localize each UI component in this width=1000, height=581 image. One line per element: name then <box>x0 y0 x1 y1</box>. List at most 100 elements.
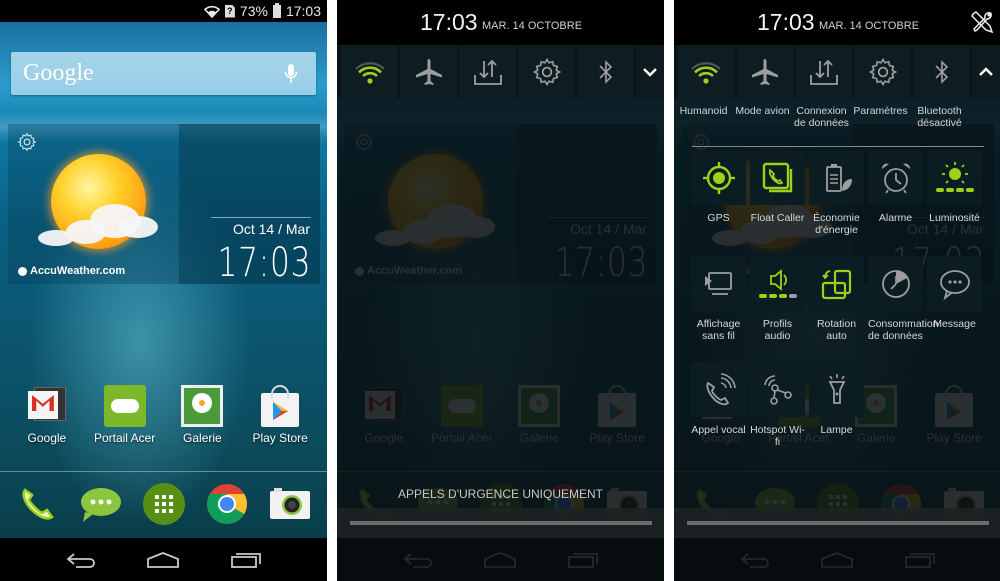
tile-voice-call[interactable]: Appel vocal <box>691 362 746 468</box>
expand-button[interactable] <box>636 45 664 99</box>
grid-row: Affichage sans fil Profils audio Rotatio… <box>691 256 991 362</box>
widget-clock[interactable]: 17:03 <box>217 240 311 286</box>
home-button[interactable] <box>143 546 183 574</box>
toggle-settings[interactable] <box>518 45 575 99</box>
divider <box>211 217 311 218</box>
acer-portal-icon <box>103 385 146 427</box>
tile-brightness[interactable]: Luminosité <box>927 150 982 256</box>
home-app-row: Google Portail Acer Galerie <box>0 385 327 445</box>
hotspot-icon <box>763 374 792 405</box>
tile-label: Luminosité <box>929 212 980 224</box>
back-icon <box>66 552 96 568</box>
battery-percent: 73% <box>239 3 268 19</box>
camera-icon[interactable] <box>268 482 312 526</box>
data-transfer-icon <box>810 59 838 85</box>
toggle-label: Connexion de données <box>794 105 849 129</box>
chrome-icon[interactable] <box>205 482 249 526</box>
tools-icon[interactable] <box>970 10 994 34</box>
tile-label: GPS <box>707 212 730 224</box>
app-play-store[interactable]: Play Store <box>242 385 318 445</box>
status-time: 17:03 <box>285 3 321 19</box>
microphone-icon[interactable] <box>284 63 298 85</box>
app-galerie[interactable]: Galerie <box>164 385 240 445</box>
tile-hotspot[interactable]: Hotspot Wi-fi <box>750 362 805 468</box>
power-saving-icon <box>825 163 852 192</box>
google-search-bar[interactable]: Google <box>11 52 316 95</box>
shade-time: 17:03 <box>757 9 815 35</box>
grid-row: Appel vocal Hotspot Wi-fi Lampe <box>691 362 991 468</box>
app-google[interactable]: Google <box>9 385 85 445</box>
grid-row: GPS Float Caller Économie d'énergie Alar… <box>691 150 991 256</box>
tile-label: Float Caller <box>750 212 805 224</box>
data-transfer-icon <box>473 59 502 85</box>
toggle-airplane[interactable] <box>400 45 457 99</box>
gear-icon[interactable] <box>17 132 37 152</box>
tile-float-caller[interactable]: Float Caller <box>750 150 805 256</box>
shade-drag-handle[interactable] <box>674 508 1000 538</box>
tile-auto-rotate[interactable]: Rotation auto <box>809 256 864 362</box>
tile-message[interactable]: Message <box>927 256 982 362</box>
weather-provider[interactable]: AccuWeather.com <box>18 265 125 277</box>
quick-settings-labels: Humanoid Mode avion Connexion de données… <box>674 105 1000 129</box>
toggle-label: Humanoid <box>679 105 728 117</box>
toggle-wifi[interactable] <box>341 45 398 99</box>
toggle-data[interactable] <box>459 45 516 99</box>
tile-label: Appel vocal <box>691 424 746 436</box>
tile-wireless-display[interactable]: Affichage sans fil <box>691 256 746 362</box>
airplane-icon <box>752 59 779 85</box>
google-folder-icon <box>26 385 68 427</box>
emergency-calls-only: APPELS D'URGENCE UNIQUEMENT <box>398 487 603 501</box>
tile-label: Économie d'énergie <box>813 212 860 236</box>
shade-date: MAR. 14 OCTOBRE <box>482 20 583 32</box>
gallery-icon <box>181 385 224 427</box>
data-usage-icon <box>881 269 910 298</box>
phone-icon[interactable] <box>16 482 60 526</box>
app-drawer-icon[interactable] <box>142 482 186 526</box>
status-bar: ? 73% 17:03 <box>0 0 327 22</box>
toggle-airplane[interactable] <box>736 45 794 99</box>
bluetooth-icon <box>598 60 612 84</box>
shade-date: MAR. 14 OCTOBRE <box>819 20 920 32</box>
shade-header: 17:03 MAR. 14 OCTOBRE <box>337 0 664 45</box>
app-label: Google <box>27 431 67 445</box>
tile-data-usage[interactable]: Consommation de données <box>868 256 939 362</box>
app-label: Portail Acer <box>93 431 156 445</box>
tile-audio-profile[interactable]: Profils audio <box>750 256 805 362</box>
tile-label: Consommation de données <box>868 318 939 342</box>
shade-drag-handle[interactable] <box>337 508 664 538</box>
gear-icon <box>532 57 561 87</box>
messaging-icon[interactable] <box>79 482 123 526</box>
toggle-bluetooth[interactable] <box>577 45 634 99</box>
weather-widget[interactable]: AccuWeather.com Oct 14 / Mar 17:03 <box>8 124 320 286</box>
gps-icon <box>702 161 735 194</box>
tile-alarm[interactable]: Alarme <box>868 150 923 256</box>
collapse-button[interactable] <box>972 45 1000 99</box>
airplane-icon <box>415 59 442 85</box>
quick-settings-grid: GPS Float Caller Économie d'énergie Alar… <box>691 150 991 468</box>
back-button[interactable] <box>61 546 101 574</box>
tile-gps[interactable]: GPS <box>691 150 746 256</box>
dock <box>0 482 327 526</box>
tile-label: Alarme <box>878 212 913 224</box>
drag-grip[interactable] <box>687 521 989 525</box>
tile-flashlight[interactable]: Lampe <box>809 362 864 468</box>
toggle-bluetooth[interactable] <box>913 45 971 99</box>
toggle-data[interactable] <box>795 45 853 99</box>
toggle-wifi[interactable] <box>678 45 735 99</box>
recents-button[interactable] <box>226 546 266 574</box>
toggle-settings[interactable] <box>854 45 912 99</box>
voice-call-icon <box>706 372 736 405</box>
tile-power-saving[interactable]: Économie d'énergie <box>809 150 864 256</box>
message-icon <box>939 269 970 300</box>
panel-notification-shade-expanded: ? 73% 17:03 Google AccuWeather.com Oct 1… <box>674 0 1000 581</box>
panel-notification-shade-collapsed: ? 73% 17:03 Google AccuWeather.com Oct 1… <box>337 0 664 581</box>
app-portail-acer[interactable]: Portail Acer <box>87 385 163 445</box>
quick-settings-row <box>337 45 664 99</box>
drag-grip[interactable] <box>350 521 652 525</box>
alarm-clock-icon <box>881 163 910 193</box>
tile-label: Profils audio <box>762 318 793 342</box>
home-screen: ? 73% 17:03 Google AccuWeather.com Oct 1… <box>0 0 327 581</box>
gear-icon <box>868 57 898 87</box>
wireless-display-icon <box>704 271 732 295</box>
float-caller-icon <box>762 162 792 192</box>
